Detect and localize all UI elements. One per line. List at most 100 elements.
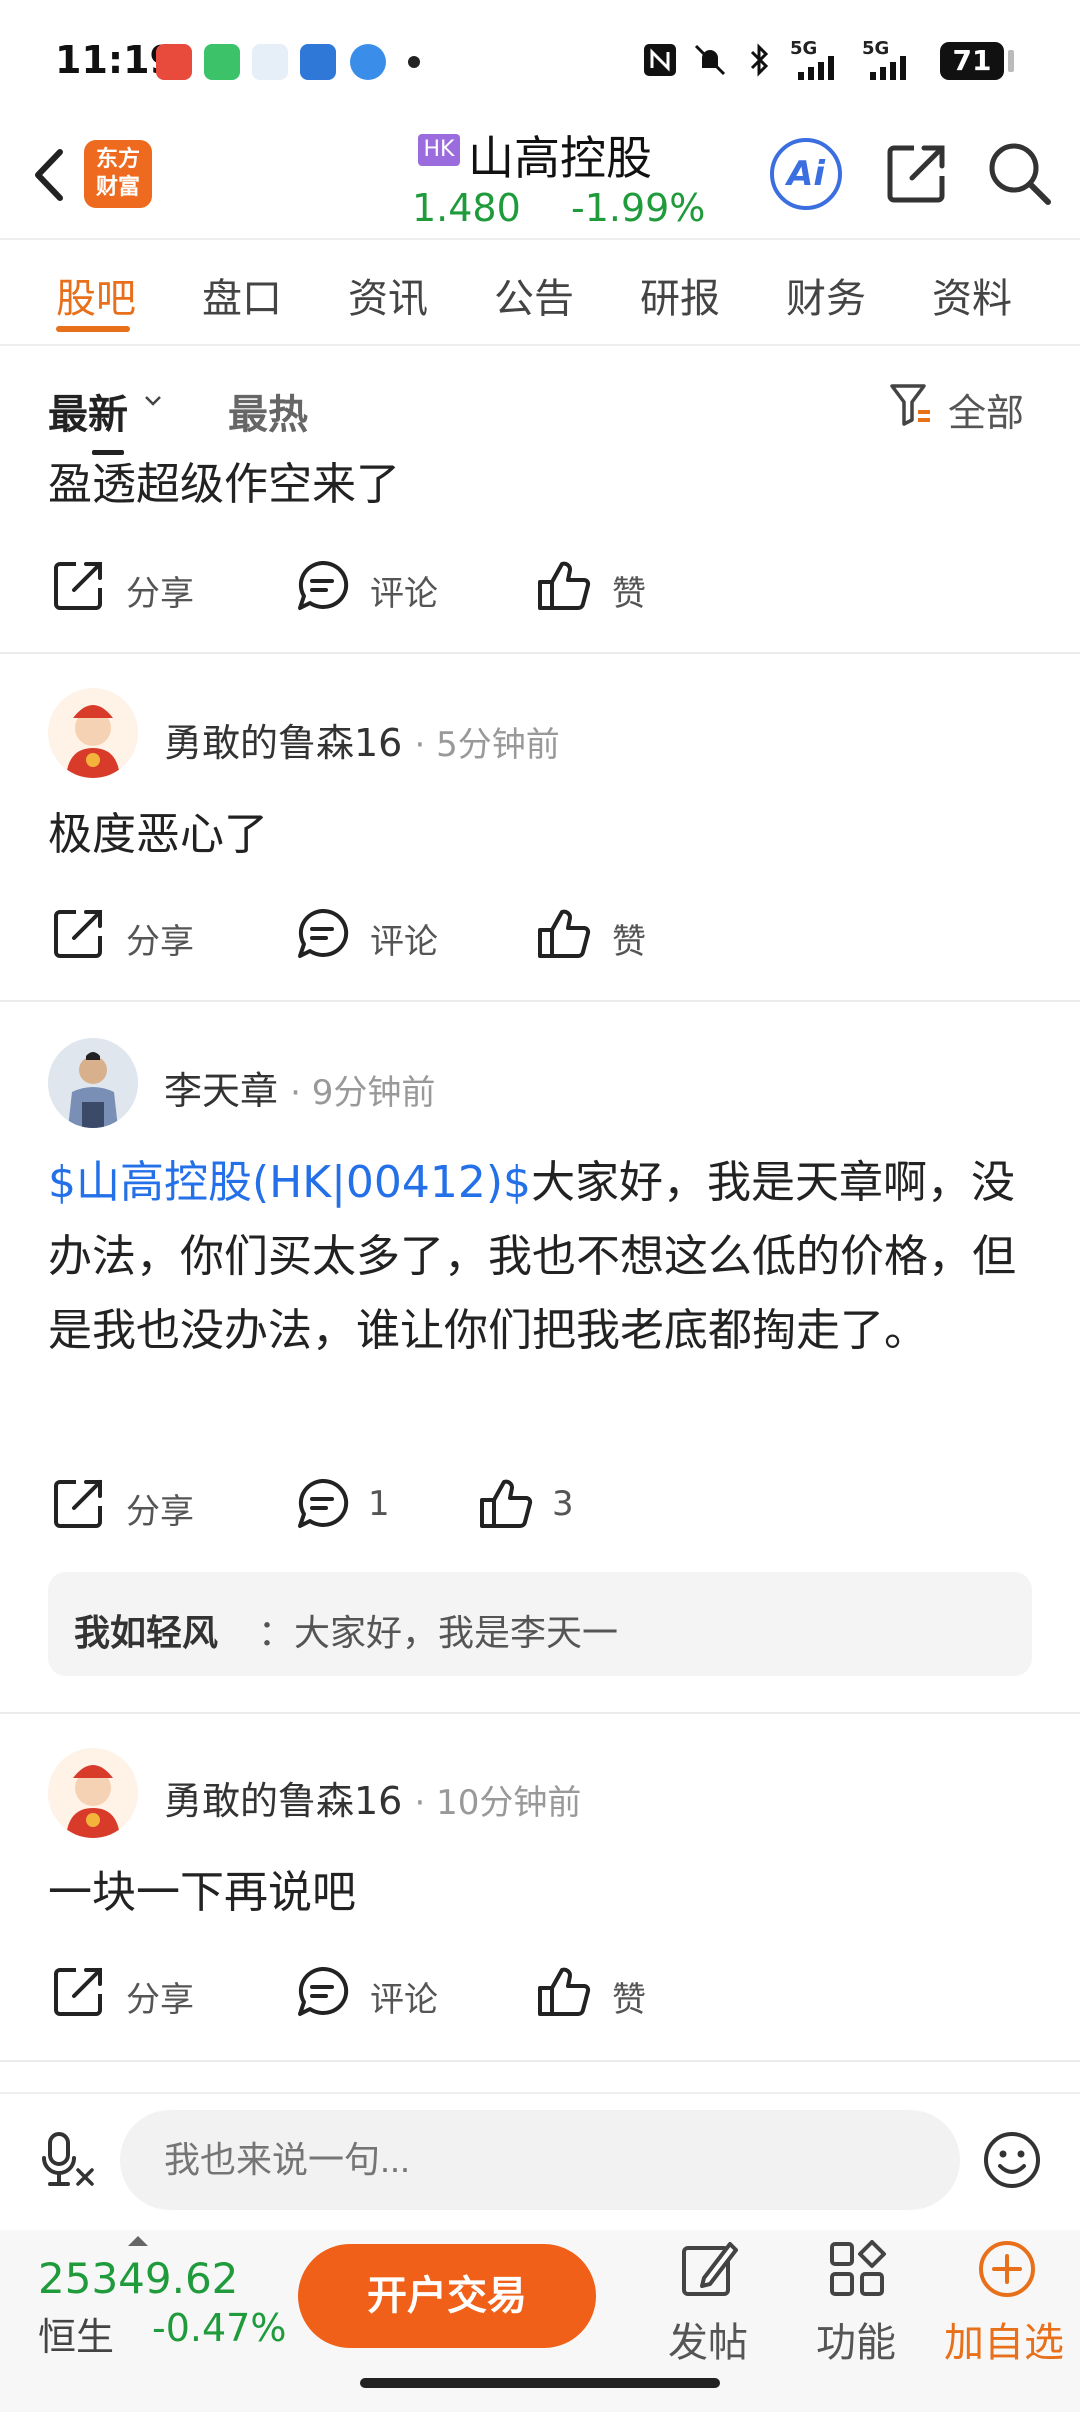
ai-assistant-button[interactable]: Ai [770,138,842,210]
post-text[interactable]: 一块一下再说吧 [48,1856,1038,1930]
avatar[interactable] [48,1748,138,1838]
post-divider [0,1712,1080,1714]
share-icon[interactable] [50,558,106,614]
tab-profile[interactable]: 资料 [932,266,1012,324]
active-tab-indicator [56,326,130,332]
author-name[interactable]: 李天章 [164,1069,278,1113]
stock-price: 1.480 -1.99% [412,186,705,230]
battery-icon: 71 [940,42,1014,80]
like-count[interactable]: 3 [552,1484,574,1524]
like-icon[interactable] [536,558,592,614]
assistant-app-icon [350,44,386,80]
author-name[interactable]: 勇敢的鲁森16 [164,721,402,765]
like-icon[interactable] [478,1476,534,1532]
expand-up-icon[interactable] [128,2236,148,2246]
functions-grid-icon[interactable] [826,2238,888,2300]
emoji-icon[interactable] [982,2130,1042,2190]
like-label[interactable]: 赞 [612,566,646,615]
tab-news[interactable]: 资讯 [348,266,428,324]
tab-announcements[interactable]: 公告 [494,266,574,324]
comment-input[interactable] [120,2110,960,2210]
post-time: · 5分钟前 [414,725,560,765]
app-logo[interactable]: 东方 财富 [84,140,152,208]
post-text[interactable]: $山高控股(HK|00412)$大家好，我是天章啊，没办法，你们买太多了，我也不… [48,1146,1038,1368]
share-label[interactable]: 分享 [126,914,194,963]
post-time: · 9分钟前 [290,1073,436,1113]
post-author[interactable]: 勇敢的鲁森16 · 10分钟前 [164,1770,581,1825]
avatar[interactable] [48,1038,138,1128]
post-author[interactable]: 李天章 · 9分钟前 [164,1060,435,1115]
post-edit-icon[interactable] [678,2238,740,2300]
comment-icon[interactable] [294,558,350,614]
nfc-icon [642,42,678,86]
tabs-divider [0,344,1080,346]
signal-icon-2 [868,56,916,84]
filter-all-button[interactable]: 全部 [948,382,1024,437]
like-icon[interactable] [536,906,592,962]
sort-newest-button[interactable]: 最新 [48,382,128,440]
post-divider [0,652,1080,654]
share-icon[interactable] [50,1964,106,2020]
add-watchlist-label[interactable]: 加自选 [944,2310,1064,2368]
price-change: -1.99% [570,186,706,230]
share-label[interactable]: 分享 [126,1484,194,1533]
add-watchlist-icon[interactable] [976,2238,1038,2300]
bluetooth-icon [746,42,774,86]
functions-label[interactable]: 功能 [816,2310,896,2368]
comment-icon[interactable] [294,1964,350,2020]
message-app-icon [204,44,240,80]
post-text[interactable]: 盈透超级作空来了 [48,448,1038,522]
tab-guba[interactable]: 股吧 [56,266,136,324]
post-text[interactable]: 极度恶心了 [48,798,1038,872]
post-label[interactable]: 发帖 [668,2310,748,2368]
reply-text: ：大家好，我是李天一 [258,1613,619,1654]
comment-label[interactable]: 评论 [370,566,438,615]
stock-name: 山高控股 [468,131,652,185]
like-label[interactable]: 赞 [612,1972,646,2021]
reply-user[interactable]: 我如轻风 [74,1604,218,1656]
sort-hot-button[interactable]: 最热 [228,382,308,440]
tab-research[interactable]: 研报 [640,266,720,324]
comment-label[interactable]: 评论 [370,914,438,963]
avatar[interactable] [48,688,138,778]
logo-line-1: 东方 [95,147,140,172]
comment-icon[interactable] [294,906,350,962]
share-icon[interactable] [884,140,950,206]
browser-app-icon [252,44,288,80]
tab-financials[interactable]: 财务 [786,266,866,324]
post-author[interactable]: 勇敢的鲁森16 · 5分钟前 [164,712,560,767]
car-app-icon [300,44,336,80]
back-button[interactable] [22,140,82,210]
notification-app-icon [156,44,192,80]
post-time: · 10分钟前 [414,1783,582,1823]
like-label[interactable]: 赞 [612,914,646,963]
share-icon[interactable] [50,906,106,962]
logo-line-2: 财富 [95,175,140,200]
open-account-trade-button[interactable]: 开户交易 [298,2244,596,2348]
comment-count[interactable]: 1 [368,1484,390,1524]
like-icon[interactable] [536,1964,592,2020]
search-icon[interactable] [984,138,1054,208]
post-divider [0,2060,1080,2062]
index-value[interactable]: 25349.62 [38,2254,238,2303]
signal-icon-1 [796,56,844,84]
header-divider [0,238,1080,240]
comment-icon[interactable] [294,1476,350,1532]
share-icon[interactable] [50,1476,106,1532]
chevron-down-icon[interactable] [142,388,164,418]
post-divider [0,1000,1080,1002]
more-notifications-icon [408,56,420,68]
filter-icon[interactable] [888,380,934,430]
mute-bell-icon [692,42,728,86]
index-change[interactable]: -0.47% [152,2306,286,2350]
voice-input-icon[interactable] [40,2130,96,2190]
tab-pankou[interactable]: 盘口 [202,266,282,324]
comment-label[interactable]: 评论 [370,1972,438,2021]
index-name[interactable]: 恒生 [38,2306,114,2361]
share-label[interactable]: 分享 [126,566,194,615]
home-indicator[interactable] [360,2378,720,2388]
stock-tag-link[interactable]: $山高控股(HK|00412)$ [48,1157,531,1208]
price-value: 1.480 [412,186,521,230]
share-label[interactable]: 分享 [126,1972,194,2021]
author-name[interactable]: 勇敢的鲁森16 [164,1779,402,1823]
